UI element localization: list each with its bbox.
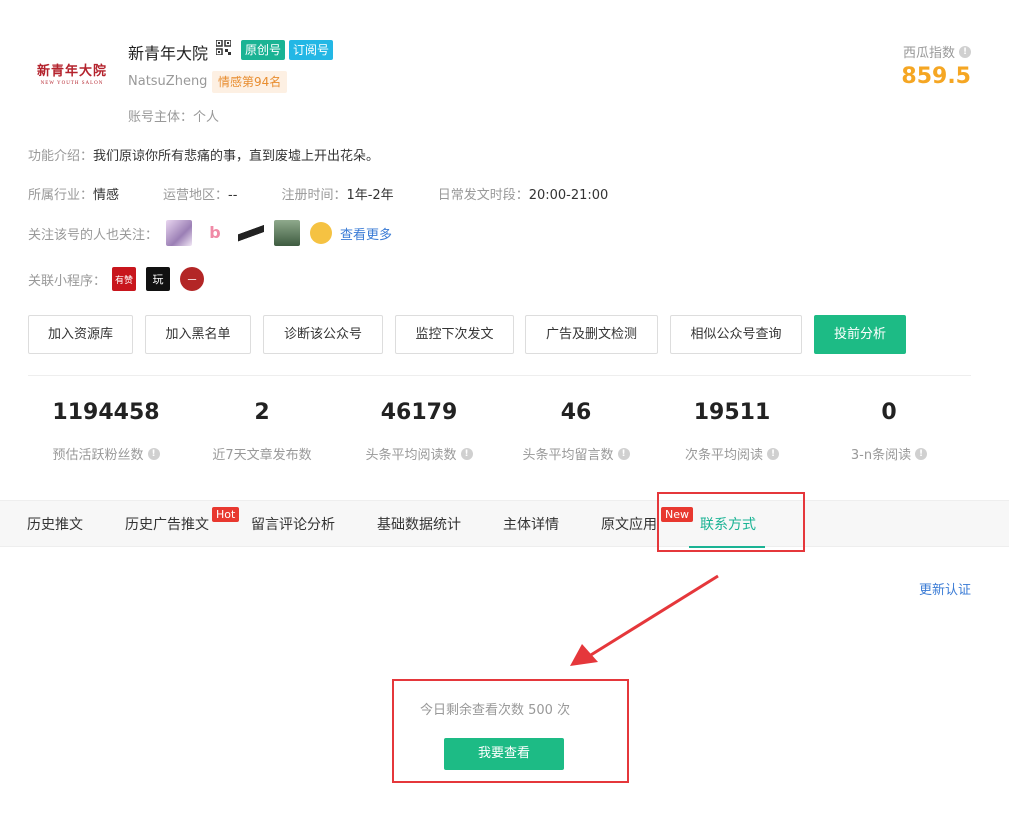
stat-label: 近7天文章发布数 (212, 448, 312, 463)
hot-badge: Hot (212, 507, 240, 522)
stat-value: 46 (560, 400, 592, 425)
add-to-library-button[interactable]: 加入资源库 (28, 315, 133, 354)
mini-program-row: 关联小程序： 有赞 玩 一 (28, 267, 214, 291)
post-time-value: 20:00-21:00 (528, 188, 609, 203)
stat-secondary-reads: 19511 次条平均阅读! (647, 400, 817, 463)
stat-value: 46179 (380, 400, 458, 425)
logo-subtext: NEW YOUTH SALON (40, 81, 104, 86)
stat-label: 3-n条阅读 (850, 448, 912, 463)
tab-history-posts[interactable]: 历史推文 (27, 514, 83, 534)
annotation-arrow-icon (570, 574, 719, 666)
tab-comment-analysis[interactable]: 留言评论分析 (251, 514, 335, 534)
mini-program-icon[interactable]: 玩 (146, 267, 171, 291)
stat-caption: 次条平均阅读! (647, 444, 817, 463)
see-more-link[interactable]: 查看更多 (340, 224, 392, 243)
region: 运营地区：-- (163, 184, 237, 203)
tab-basic-stats[interactable]: 基础数据统计 (377, 514, 461, 534)
account-id: NatsuZheng (128, 74, 208, 89)
stat-label: 预估活跃粉丝数 (52, 448, 144, 463)
update-certification-link[interactable]: 更新认证 (919, 579, 971, 598)
industry: 所属行业：情感 (28, 184, 119, 203)
info-icon[interactable]: ! (767, 447, 779, 460)
intro-label: 功能介绍： (28, 149, 94, 164)
mini-program-icon[interactable]: 有赞 (112, 267, 137, 291)
account-logo: 新青年大院 NEW YOUTH SALON (30, 44, 114, 102)
region-value: -- (228, 188, 238, 203)
view-contact-button[interactable]: 我要查看 (444, 738, 564, 770)
similar-accounts-button[interactable]: 相似公众号查询 (670, 315, 802, 354)
industry-label: 所属行业： (28, 188, 94, 203)
meta-row: 所属行业：情感 运营地区：-- 注册时间：1年-2年 日常发文时段：20:00-… (28, 184, 652, 203)
avatar[interactable] (274, 220, 301, 246)
info-icon[interactable]: ! (915, 447, 928, 460)
rank-tag[interactable]: 情感第94名 (212, 71, 288, 93)
account-name: 新青年大院 (128, 44, 209, 63)
also-follow-label: 关注该号的人也关注： (28, 227, 159, 243)
stat-3n-reads: 0 3-n条阅读! (804, 400, 974, 463)
tab-original-app[interactable]: 原文应用 (601, 514, 657, 534)
avatar[interactable] (238, 220, 265, 246)
add-to-blacklist-button[interactable]: 加入黑名单 (145, 315, 251, 354)
divider (28, 375, 971, 376)
stat-caption: 3-n条阅读! (804, 444, 974, 463)
ad-deletion-check-button[interactable]: 广告及删文检测 (525, 315, 658, 354)
stat-value: 2 (254, 400, 270, 425)
post-time-label: 日常发文时段： (437, 188, 529, 203)
avatar[interactable] (166, 220, 193, 246)
stat-weekly-posts: 2 近7天文章发布数 (177, 400, 347, 463)
industry-value: 情感 (93, 188, 120, 203)
xigua-index-label-text: 西瓜指数 (902, 46, 955, 61)
stat-label: 头条平均留言数 (522, 448, 614, 463)
intro-row: 功能介绍：我们原谅你所有悲痛的事，直到废墟上开出花朵。 (28, 145, 379, 164)
mini-program-icon[interactable]: 一 (180, 267, 205, 291)
also-follow-row: 关注该号的人也关注： b 查看更多 (28, 220, 392, 246)
remaining-views-text: 今日剩余查看次数 500 次 (420, 703, 571, 718)
post-time: 日常发文时段：20:00-21:00 (438, 184, 609, 203)
stat-caption: 头条平均留言数! (491, 444, 661, 463)
stat-headline-reads: 46179 头条平均阅读数! (334, 400, 504, 463)
qr-code-icon[interactable] (216, 40, 231, 55)
info-icon[interactable]: ! (617, 447, 630, 460)
account-entity: 账号主体：个人 (128, 110, 220, 125)
stat-value: 1194458 (52, 400, 160, 425)
original-badge: 原创号 (241, 40, 286, 60)
tab-entity-details[interactable]: 主体详情 (503, 514, 559, 534)
intro-value: 我们原谅你所有悲痛的事，直到废墟上开出花朵。 (93, 149, 380, 164)
info-icon[interactable]: ! (147, 447, 160, 460)
info-icon[interactable]: ! (959, 45, 971, 58)
stat-label: 次条平均阅读 (684, 448, 763, 463)
stat-label: 头条平均阅读数 (365, 448, 457, 463)
register-time-label: 注册时间： (281, 188, 347, 203)
register-time: 注册时间：1年-2年 (281, 184, 393, 203)
monitor-next-post-button[interactable]: 监控下次发文 (395, 315, 514, 354)
stat-value: 19511 (693, 400, 771, 425)
subscription-badge: 订阅号 (289, 40, 334, 60)
stat-caption: 头条平均阅读数! (334, 444, 504, 463)
pre-investment-analysis-button[interactable]: 投前分析 (814, 315, 906, 354)
info-icon[interactable]: ! (460, 447, 473, 460)
tab-bar: 历史推文 历史广告推文 Hot 留言评论分析 基础数据统计 主体详情 原文应用 … (0, 500, 1009, 548)
stat-active-fans: 1194458 预估活跃粉丝数! (21, 400, 191, 463)
xigua-index-label: 西瓜指数 ! (903, 42, 971, 61)
region-label: 运营地区： (163, 188, 229, 203)
mini-program-label: 关联小程序： (28, 273, 107, 289)
stat-caption: 预估活跃粉丝数! (21, 444, 191, 463)
tab-history-ads[interactable]: 历史广告推文 (125, 514, 209, 534)
stat-value: 0 (881, 400, 897, 425)
avatar[interactable]: b (202, 220, 229, 246)
register-time-value: 1年-2年 (346, 188, 394, 203)
xigua-index-value: 859.5 (901, 64, 971, 89)
stat-headline-comments: 46 头条平均留言数! (491, 400, 661, 463)
avatar[interactable] (310, 222, 333, 244)
diagnose-account-button[interactable]: 诊断该公众号 (263, 315, 383, 354)
logo-text: 新青年大院 (36, 64, 107, 79)
stat-caption: 近7天文章发布数 (177, 444, 347, 463)
highlight-box (657, 492, 805, 552)
